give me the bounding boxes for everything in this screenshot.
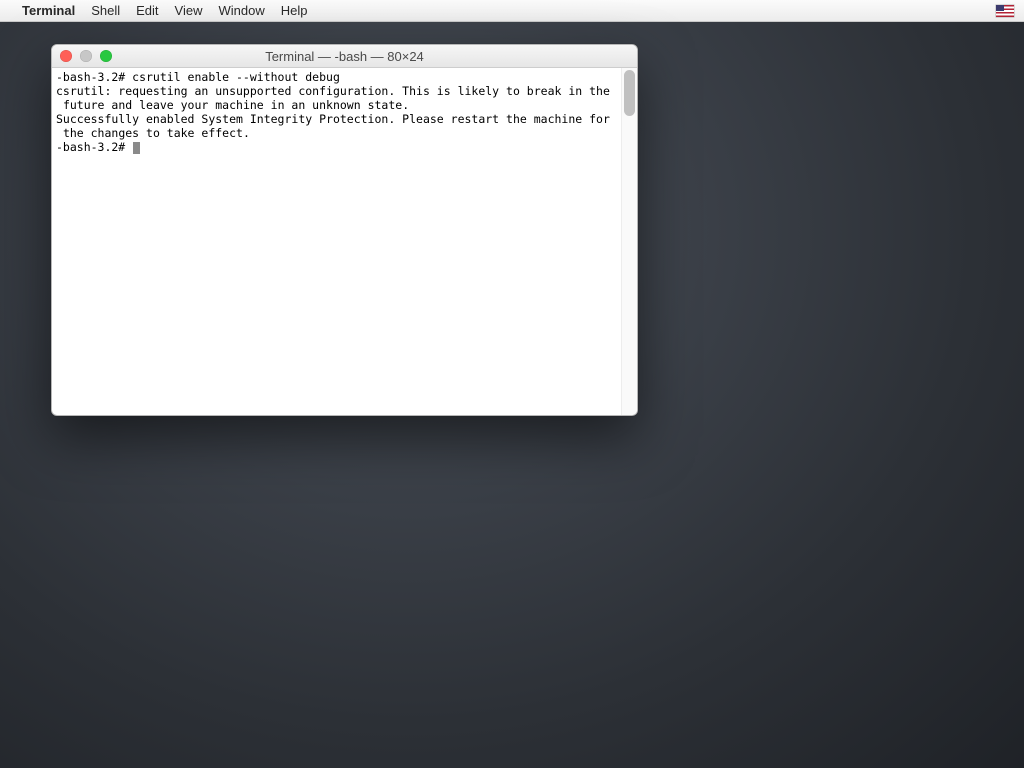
input-source-flag-icon[interactable] [996, 5, 1014, 17]
terminal-line: -bash-3.2# csrutil enable --without debu… [56, 70, 617, 84]
terminal-content[interactable]: -bash-3.2# csrutil enable --without debu… [52, 68, 621, 415]
cursor-icon [133, 142, 140, 154]
desktop: Terminal Shell Edit View Window Help Ter… [0, 0, 1024, 768]
terminal-body: -bash-3.2# csrutil enable --without debu… [52, 68, 637, 415]
menu-help[interactable]: Help [281, 3, 308, 18]
terminal-line: the changes to take effect. [56, 126, 617, 140]
terminal-line: future and leave your machine in an unkn… [56, 98, 617, 112]
window-title: Terminal — -bash — 80×24 [52, 49, 637, 64]
zoom-button[interactable] [100, 50, 112, 62]
terminal-line: csrutil: requesting an unsupported confi… [56, 84, 617, 98]
window-traffic-lights [52, 45, 112, 67]
terminal-line: Successfully enabled System Integrity Pr… [56, 112, 617, 126]
menu-window[interactable]: Window [219, 3, 265, 18]
menubar-app-name[interactable]: Terminal [22, 3, 75, 18]
window-titlebar[interactable]: Terminal — -bash — 80×24 [52, 45, 637, 68]
menu-edit[interactable]: Edit [136, 3, 158, 18]
menu-view[interactable]: View [175, 3, 203, 18]
terminal-prompt-line: -bash-3.2# [56, 140, 617, 154]
terminal-prompt: -bash-3.2# [56, 140, 132, 154]
scrollbar-thumb[interactable] [624, 70, 635, 116]
terminal-window: Terminal — -bash — 80×24 -bash-3.2# csru… [51, 44, 638, 416]
scrollbar-track[interactable] [621, 68, 637, 415]
menubar: Terminal Shell Edit View Window Help [0, 0, 1024, 22]
minimize-button[interactable] [80, 50, 92, 62]
close-button[interactable] [60, 50, 72, 62]
menu-shell[interactable]: Shell [91, 3, 120, 18]
